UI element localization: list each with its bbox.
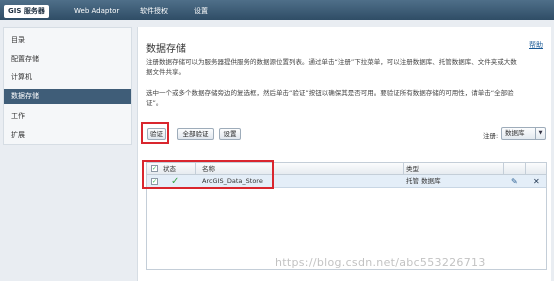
sidebar-item-config-store[interactable]: 配置存储	[4, 52, 131, 67]
instruction-line-1: 选中一个或多个数据存储旁边的复选框，然后单击“验证”按钮以确保其是否可用。要验证…	[146, 89, 514, 97]
description-line-1: 注册数据存储可以为服务器提供服务的数据源位置列表。通过单击“注册”下拉菜单，可以…	[146, 58, 517, 66]
instruction-line-2: 证”。	[146, 99, 163, 107]
sidebar-item-data-stores[interactable]: 数据存储	[4, 89, 131, 104]
register-label: 注册:	[483, 132, 499, 140]
tab-web-adaptor[interactable]: Web Adaptor	[74, 5, 119, 17]
validate-button[interactable]: 验证	[147, 128, 166, 140]
column-divider	[525, 163, 526, 175]
main-panel: 数据存储 帮助 注册数据存储可以为服务器提供服务的数据源位置列表。通过单击“注册…	[137, 27, 551, 281]
sidebar-item-directory[interactable]: 目录	[4, 33, 131, 48]
header-type[interactable]: 类型	[406, 163, 419, 175]
sidebar-item-jobs[interactable]: 工作	[4, 109, 131, 124]
column-divider	[403, 163, 404, 175]
sidebar-item-extensions[interactable]: 扩展	[4, 128, 131, 143]
page-title: 数据存储	[146, 44, 186, 55]
tab-gis-server[interactable]: GIS 服务器	[4, 5, 49, 18]
register-selected-value: 数据库	[505, 129, 525, 137]
row-type: 托管 数据库	[406, 177, 441, 185]
register-dropdown[interactable]: 数据库 ▼	[501, 127, 546, 140]
validate-all-button[interactable]: 全部验证	[177, 128, 214, 140]
column-divider	[503, 163, 504, 175]
tab-licensing[interactable]: 软件授权	[140, 5, 168, 17]
tab-settings[interactable]: 设置	[194, 5, 208, 17]
top-navigation-bar: GIS 服务器 Web Adaptor 软件授权 设置	[0, 0, 554, 20]
sidebar-item-machines[interactable]: 计算机	[4, 70, 131, 85]
sidebar: 目录 配置存储 计算机 数据存储 工作 扩展	[3, 27, 132, 145]
delete-icon[interactable]: ✕	[533, 175, 540, 188]
highlight-box-table	[142, 160, 274, 189]
watermark: https://blog.csdn.net/abc553226713	[275, 256, 486, 269]
help-link[interactable]: 帮助	[529, 40, 543, 50]
edit-icon[interactable]: ✎	[511, 175, 518, 188]
settings-button[interactable]: 设置	[219, 128, 241, 140]
chevron-down-icon[interactable]: ▼	[535, 128, 545, 139]
description-line-2: 据文件共享。	[146, 68, 185, 76]
